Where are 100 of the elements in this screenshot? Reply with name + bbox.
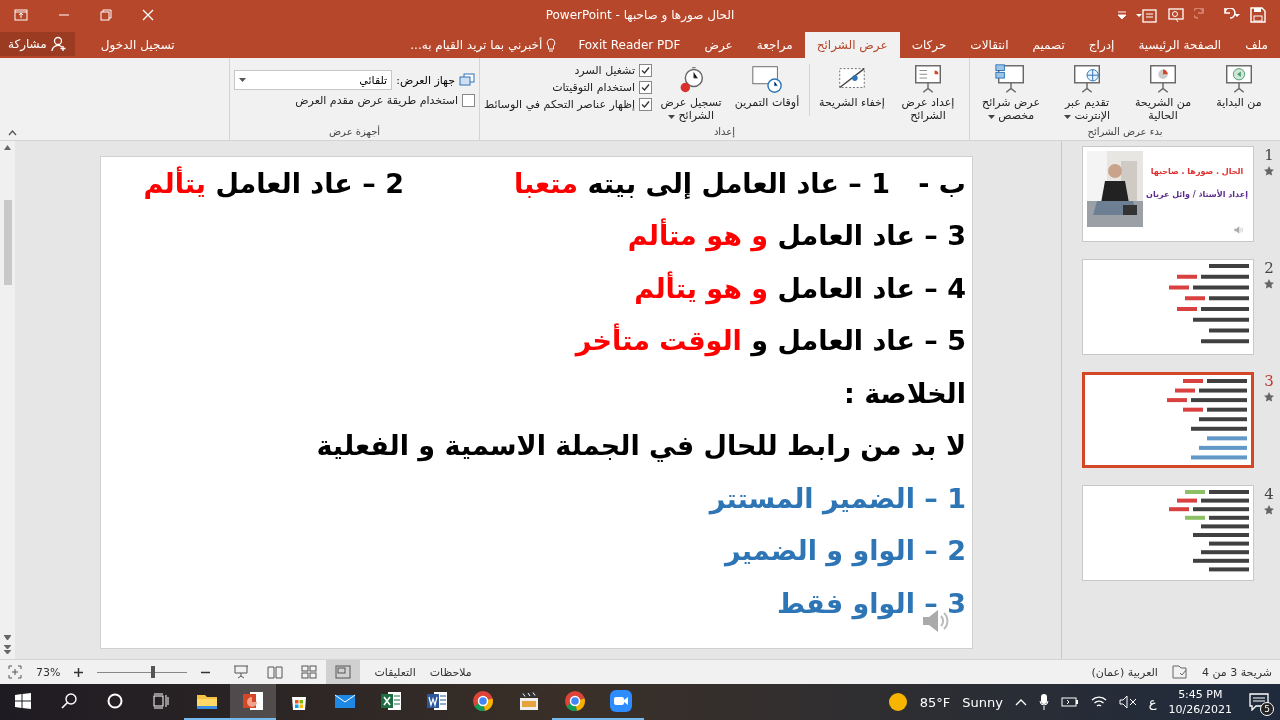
slide-text-line: 3 – عاد العامل و هو متألم <box>627 220 966 252</box>
restore-icon[interactable] <box>100 9 112 21</box>
ribbon-tab[interactable]: عرض الشرائح <box>804 32 900 58</box>
ribbon-tab[interactable]: ملف <box>1233 32 1280 58</box>
slide-number: 1 <box>1264 146 1274 164</box>
ribbon-button[interactable]: تسجيل عرض الشرائح <box>654 60 728 124</box>
checkbox[interactable]: استخدام طريقة عرض مقدم العرض <box>234 94 475 107</box>
slide-text-line: 2 – الواو و الضمير <box>725 535 966 567</box>
ribbon-tab[interactable]: تصميم <box>1020 32 1077 58</box>
zoom-level[interactable]: 73% <box>36 665 61 679</box>
input-language[interactable]: ع <box>1148 694 1157 710</box>
notification-count: 5 <box>1260 702 1274 716</box>
group-label: إعداد <box>712 125 737 140</box>
chrome-icon <box>471 689 495 713</box>
customize-icon[interactable] <box>1118 10 1126 20</box>
sign-in-link[interactable]: تسجيل الدخول <box>88 32 187 58</box>
reading-view-icon <box>267 665 284 679</box>
checkbox[interactable]: استخدام التوقيتات <box>484 81 652 94</box>
scroll-up-icon[interactable] <box>4 145 11 150</box>
language-label: العربية (عمان) <box>1091 665 1158 679</box>
ribbon-button[interactable]: من البداية <box>1202 60 1276 111</box>
notification-button[interactable]: 5 <box>1244 687 1274 717</box>
windows-icon <box>15 693 31 709</box>
slide-number: 2 <box>1264 259 1274 277</box>
slide-thumbnail[interactable] <box>1082 259 1254 355</box>
slide-text-line: 3 – الواو فقط <box>777 587 966 619</box>
monitor-dropdown[interactable]: تلقائي <box>234 70 393 90</box>
ribbon-tab[interactable]: انتقالات <box>958 32 1021 58</box>
collapse-ribbon-icon[interactable] <box>8 130 17 136</box>
presentation-icon[interactable] <box>1168 7 1184 23</box>
view-button[interactable] <box>326 660 361 684</box>
slide-text-line: لا بد من رابط للحال في الجملة الاسمية و الفعلية <box>316 430 966 462</box>
task-view-icon <box>153 693 169 709</box>
normal-view-icon <box>335 665 352 679</box>
thumbnail-title: الحال . صورها . صاحبها <box>1150 167 1244 176</box>
ribbon-tab[interactable]: Foxit Reader PDF <box>566 32 693 58</box>
scroll-thumb[interactable] <box>3 200 12 285</box>
ribbon-button[interactable]: إعداد عرض الشرائح <box>891 60 965 124</box>
wifi-icon[interactable] <box>1090 695 1107 709</box>
monitor-label: جهاز العرض: <box>396 73 455 87</box>
excel-icon <box>379 689 403 713</box>
speaker-icon <box>1233 225 1243 235</box>
ribbon-button[interactable]: عرض شرائح مخصص <box>974 60 1048 124</box>
touch-mode-icon[interactable] <box>1136 7 1158 23</box>
chevron-up-icon[interactable] <box>1014 698 1027 706</box>
clapboard-icon <box>517 689 541 713</box>
fit-slide-icon[interactable] <box>8 665 22 679</box>
caret-icon <box>668 115 675 119</box>
slide-text-line: ب - 1 – عاد العامل إلى بيته متعبا <box>513 167 966 199</box>
monitors-icon <box>459 73 475 87</box>
chrome-icon <box>563 689 587 713</box>
battery-icon[interactable] <box>1060 696 1079 708</box>
slide-thumbnail[interactable]: الحال . صورها . صاحبها إعداد الأستاذ / وائل عريان <box>1082 146 1254 242</box>
weather-text: 85°F <box>919 694 951 710</box>
thumbnail-subtitle: إعداد الأستاذ / وائل عريان <box>1146 190 1248 199</box>
slide-text-line: 1 – الضمير المستتر <box>709 482 966 514</box>
word-icon <box>425 689 449 713</box>
ribbon-tab[interactable]: عرض <box>692 32 745 58</box>
search-icon <box>61 693 77 709</box>
lightbulb-icon <box>546 38 557 52</box>
clock[interactable]: 5:45 PM 10/26/2021 <box>1168 687 1232 717</box>
checkbox[interactable]: إظهار عناصر التحكم في الوسائط <box>484 98 652 111</box>
taskbar-app[interactable] <box>230 684 276 720</box>
video-camera-icon <box>609 689 633 713</box>
sun-icon <box>887 692 908 712</box>
ribbon-button[interactable]: إخفاء الشريحة <box>815 60 889 111</box>
circle-icon <box>107 693 123 709</box>
close-icon[interactable] <box>142 9 154 21</box>
ribbon-display-icon[interactable] <box>14 9 28 21</box>
slide-text-line: 4 – عاد العامل و هو يتألم <box>634 272 966 304</box>
slide-number: 3 <box>1264 372 1274 390</box>
slideshow-icon <box>233 665 250 679</box>
ribbon-tab[interactable]: حركات <box>899 32 959 58</box>
scroll-down-icon[interactable] <box>4 635 11 655</box>
slide-number: 4 <box>1264 485 1274 503</box>
zoom-in-icon[interactable] <box>74 667 84 677</box>
comments-button[interactable]: التعليقات <box>374 665 416 679</box>
person-add-icon <box>50 36 67 52</box>
caret-icon <box>239 78 247 82</box>
notes-button[interactable]: ملاحظات <box>429 665 472 679</box>
ribbon-tab[interactable]: مراجعة <box>744 32 805 58</box>
weather-text: Sunny <box>962 694 1003 710</box>
tell-me-field[interactable]: أخبرني بما تريد القيام به... <box>400 32 567 58</box>
ribbon-tab[interactable]: إدراج <box>1076 32 1127 58</box>
ribbon-tab[interactable]: الصفحة الرئيسية <box>1126 32 1234 58</box>
slide-text-line: الخلاصة : <box>844 377 966 409</box>
slide-thumbnail[interactable] <box>1082 485 1254 581</box>
share-button[interactable]: مشاركة <box>0 32 75 56</box>
caret-icon <box>987 115 995 119</box>
muted-speaker-icon[interactable] <box>1118 695 1137 709</box>
slide-thumbnail[interactable] <box>1082 372 1254 468</box>
caret-icon <box>1063 115 1071 119</box>
ribbon-button[interactable]: من الشريحة الحالية <box>1126 60 1200 124</box>
microphone-icon[interactable] <box>1038 694 1049 710</box>
ribbon-button[interactable]: أوقات التمرين <box>730 60 804 111</box>
slide-count: شريحة 3 من 4 <box>1201 665 1272 679</box>
ribbon-button[interactable]: تقديم عبر الإنترنت <box>1050 60 1124 124</box>
window-title: الحال صورها و صاحبها - PowerPoint <box>544 8 736 22</box>
save-icon[interactable] <box>1250 7 1266 23</box>
checkbox[interactable]: تشغيل السرد <box>484 64 652 77</box>
